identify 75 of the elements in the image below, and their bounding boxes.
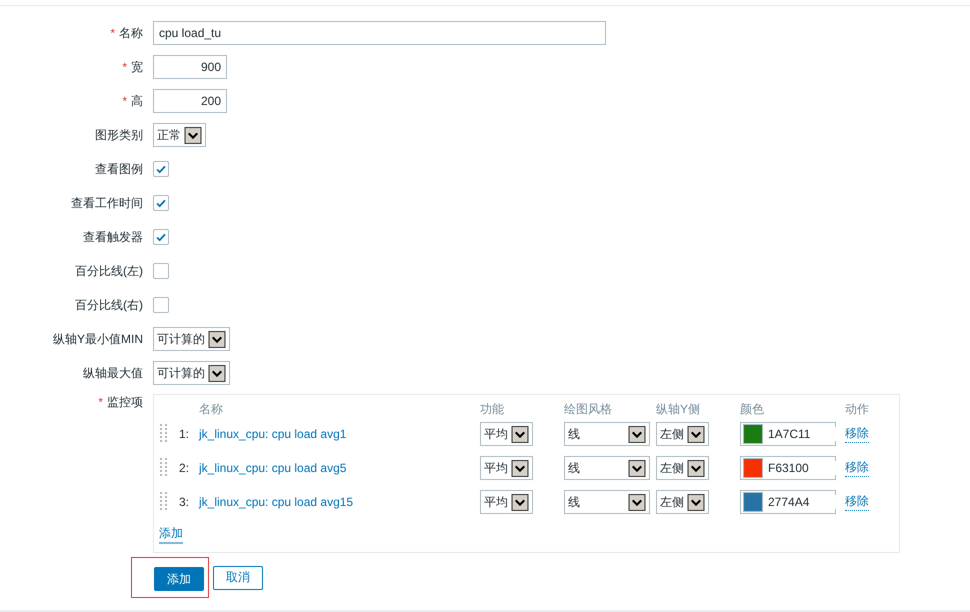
column-header: 纵轴Y侧	[656, 401, 702, 418]
cancel-button[interactable]: 取消	[213, 566, 263, 590]
axis-select[interactable]: 左侧	[656, 490, 709, 514]
add-button[interactable]: 添加	[154, 567, 204, 591]
color-field[interactable]: F63100	[740, 456, 836, 480]
required-asterisk: *	[122, 60, 127, 74]
caret-icon	[628, 426, 646, 442]
field-label: 查看图例	[95, 162, 143, 176]
number-input[interactable]: 900	[153, 55, 227, 79]
drag-handle-icon[interactable]	[160, 424, 168, 444]
caret-icon	[687, 460, 705, 476]
drag-handle-icon[interactable]	[160, 458, 168, 478]
style-select[interactable]: 线	[564, 456, 650, 480]
required-asterisk: *	[98, 395, 103, 409]
number-input[interactable]: 200	[153, 89, 227, 113]
item-link[interactable]: jk_linux_cpu: cpu load avg15	[199, 495, 354, 509]
required-asterisk: *	[110, 26, 115, 40]
remove-link[interactable]: 移除	[845, 493, 869, 511]
field-label: 百分比线(右)	[75, 298, 143, 312]
column-header: 功能	[480, 401, 505, 418]
function-select[interactable]: 平均	[480, 490, 533, 514]
row-number: 1:	[178, 427, 190, 441]
color-field[interactable]: 2774A4	[740, 490, 836, 514]
color-field[interactable]: 1A7C11	[740, 422, 836, 446]
item-link[interactable]: jk_linux_cpu: cpu load avg5	[199, 461, 346, 475]
caret-icon	[511, 494, 529, 510]
caret-icon	[628, 460, 646, 476]
color-swatch[interactable]	[743, 492, 763, 512]
caret-icon	[687, 426, 705, 442]
axis-select[interactable]: 左侧	[656, 456, 709, 480]
drag-handle-icon[interactable]	[160, 492, 168, 512]
column-header: 名称	[199, 401, 224, 418]
caret-icon	[208, 330, 226, 348]
column-header: 动作	[845, 401, 870, 418]
select-field[interactable]: 可计算的	[153, 361, 230, 385]
select-field[interactable]: 可计算的	[153, 327, 230, 351]
row-number: 3:	[178, 495, 190, 509]
checkbox[interactable]	[153, 297, 169, 313]
select-field[interactable]: 正常	[153, 123, 206, 147]
field-label: 宽	[131, 60, 143, 74]
field-label: 查看触发器	[83, 230, 143, 244]
required-asterisk: *	[122, 94, 127, 108]
column-header: 颜色	[740, 401, 765, 418]
field-label: 高	[131, 94, 143, 108]
checkbox[interactable]	[153, 161, 169, 177]
field-label: 名称	[119, 26, 143, 40]
checkbox[interactable]	[153, 263, 169, 279]
caret-icon	[628, 494, 646, 510]
field-label: 纵轴最大值	[83, 366, 143, 380]
function-select[interactable]: 平均	[480, 456, 533, 480]
checkbox[interactable]	[153, 229, 169, 245]
axis-select[interactable]: 左侧	[656, 422, 709, 446]
field-label: 纵轴Y最小值MIN	[53, 332, 143, 346]
column-header: 绘图风格	[564, 401, 613, 418]
field-label: 图形类别	[95, 128, 143, 142]
caret-icon	[208, 364, 226, 382]
caret-icon	[687, 494, 705, 510]
caret-icon	[511, 460, 529, 476]
style-select[interactable]: 线	[564, 422, 650, 446]
field-label: 监控项	[107, 395, 143, 409]
name-input[interactable]: cpu load_tu	[153, 21, 606, 45]
item-link[interactable]: jk_linux_cpu: cpu load avg1	[199, 427, 346, 441]
add-link[interactable]: 添加	[159, 525, 183, 544]
color-swatch[interactable]	[743, 458, 763, 478]
remove-link[interactable]: 移除	[845, 425, 869, 443]
style-select[interactable]: 线	[564, 490, 650, 514]
remove-link[interactable]: 移除	[845, 459, 869, 477]
color-swatch[interactable]	[743, 424, 763, 444]
caret-icon	[511, 426, 529, 442]
field-label: 查看工作时间	[71, 196, 143, 210]
checkbox[interactable]	[153, 195, 169, 211]
caret-icon	[184, 126, 202, 144]
row-number: 2:	[178, 461, 190, 475]
field-label: 百分比线(左)	[75, 264, 143, 278]
function-select[interactable]: 平均	[480, 422, 533, 446]
